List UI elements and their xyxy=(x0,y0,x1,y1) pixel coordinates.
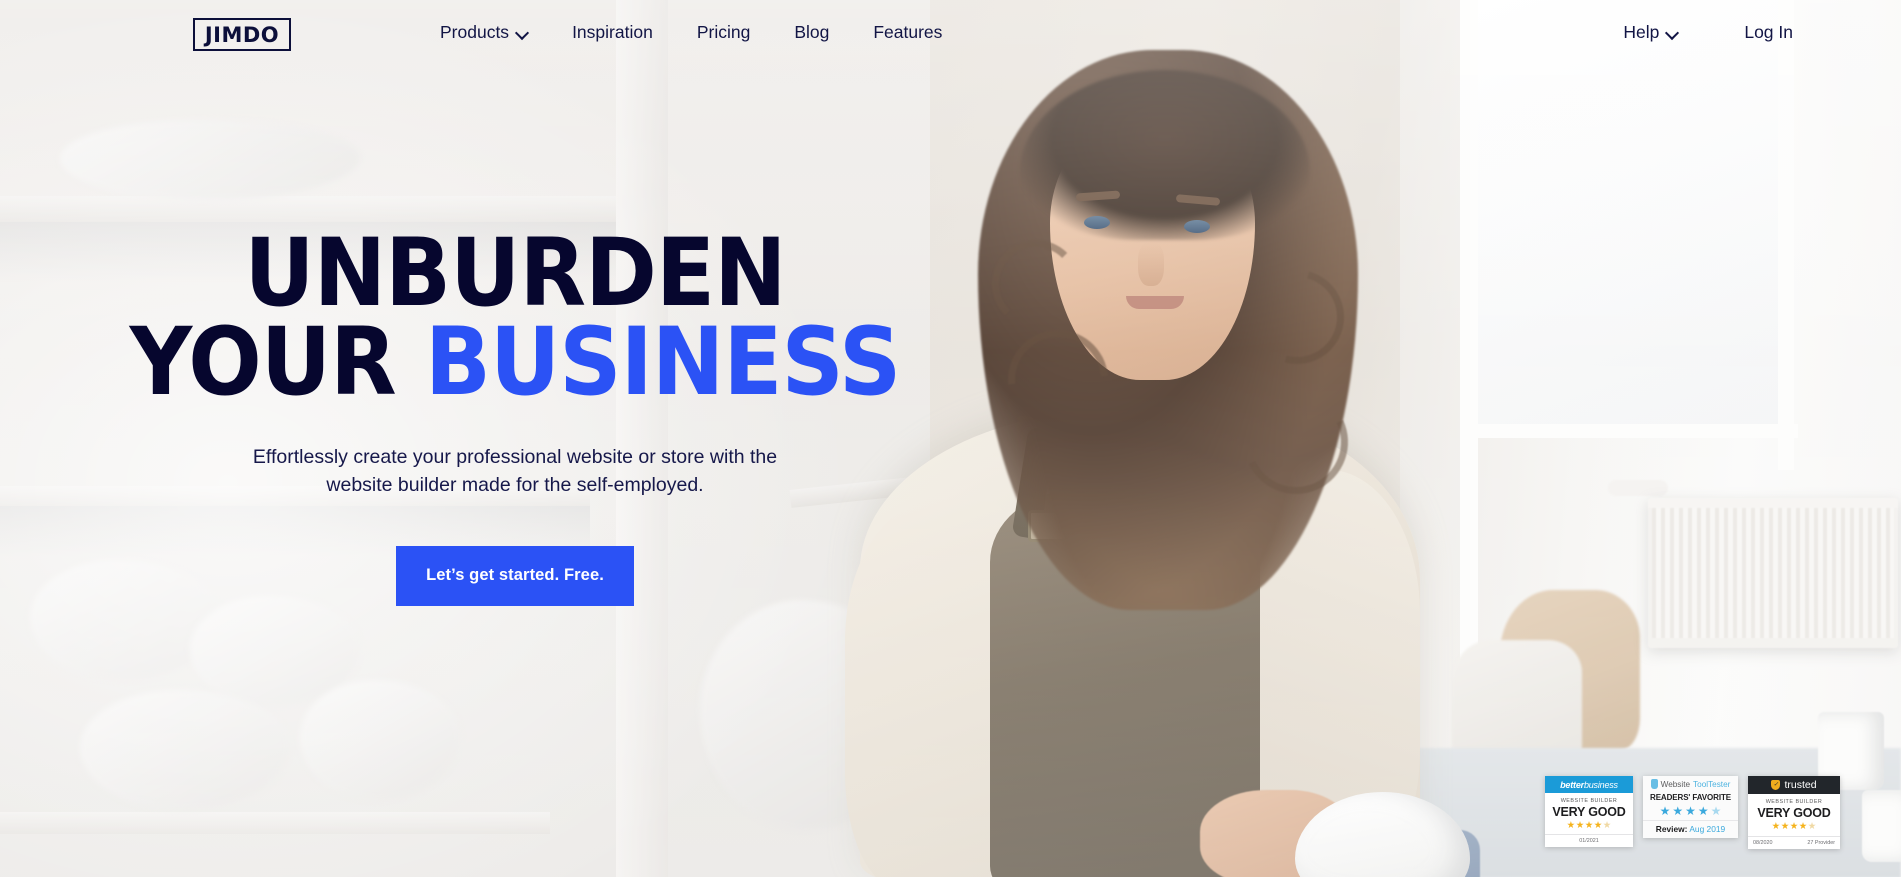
headline-line-2: YOUR BUSINESS xyxy=(41,315,989,409)
hero-subheadline: Effortlessly create your professional we… xyxy=(205,443,825,500)
badge-wt-header: Website ToolTester xyxy=(1643,776,1738,792)
hero-headline: UNBURDEN YOUR BUSINESS xyxy=(41,227,989,410)
nav-label-blog: Blog xyxy=(794,22,830,42)
nav-label-features: Features xyxy=(873,22,943,42)
nav-item-blog[interactable]: Blog xyxy=(794,22,829,43)
badge-wt-title: READERS' FAVORITE xyxy=(1650,793,1731,802)
badge-bb-date: 01/2021 xyxy=(1545,833,1633,844)
badge-tr-footer: 08/2020 27 Provider xyxy=(1748,835,1840,849)
site-header: JIMDO Products Inspiration Pricing Blog … xyxy=(0,0,1901,67)
badge-tr-providers: 27 Provider xyxy=(1807,839,1835,846)
chevron-down-icon xyxy=(517,27,528,38)
eye-left xyxy=(1084,216,1110,229)
badge-tr-rating: VERY GOOD xyxy=(1757,806,1831,820)
nav-label-login: Log In xyxy=(1744,22,1793,42)
cta-container: Let’s get started. Free. xyxy=(0,545,1030,606)
badge-tr-stars: ★ ★ ★ ★ ★ xyxy=(1771,821,1817,832)
badge-tr-header: ✓ trusted xyxy=(1748,776,1840,794)
ceramic-mug-2 xyxy=(1862,790,1901,862)
headline-line-2-accent: BUSINESS xyxy=(424,307,901,417)
badge-bb-brand-a: better xyxy=(1560,779,1584,790)
badge-tr-category: WEBSITE BUILDER xyxy=(1765,799,1823,805)
subheadline-line-1: Effortlessly create your professional we… xyxy=(252,446,778,469)
badge-bb-body: WEBSITE BUILDER VERY GOOD ★ ★ ★ ★ ★ 01/2021 xyxy=(1545,793,1633,847)
badge-tr-date: 08/2020 xyxy=(1753,839,1773,846)
mouth xyxy=(1126,296,1184,309)
nav-item-features[interactable]: Features xyxy=(873,22,942,43)
badge-tr-brand: trusted xyxy=(1784,779,1817,791)
nav-label-pricing: Pricing xyxy=(696,22,751,42)
badge-trusted[interactable]: ✓ trusted WEBSITE BUILDER VERY GOOD ★ ★ ★ ★… xyxy=(1748,776,1840,849)
nav-item-pricing[interactable]: Pricing xyxy=(697,22,751,43)
badge-wt-review-label: Review: xyxy=(1655,824,1688,834)
badge-wt-review: Review: Aug 2019 xyxy=(1643,820,1738,838)
badge-bb-category: WEBSITE BUILDER xyxy=(1560,798,1618,804)
subheadline-line-2: website builder made for the self-employ… xyxy=(326,474,704,497)
badge-wt-stars: ★ ★ ★ ★ ★ xyxy=(1659,804,1722,818)
nav-item-help[interactable]: Help xyxy=(1623,22,1678,43)
badge-better-business[interactable]: better business WEBSITE BUILDER VERY GOOD… xyxy=(1545,776,1633,847)
badge-website-tooltester[interactable]: Website ToolTester READERS' FAVORITE ★ ★ ★ ★… xyxy=(1643,776,1738,838)
shield-check-icon: ✓ xyxy=(1771,780,1781,790)
badge-bb-rating: VERY GOOD xyxy=(1552,805,1626,819)
nav-item-login[interactable]: Log In xyxy=(1744,22,1793,43)
badge-wt-brand-b: ToolTester xyxy=(1693,779,1731,789)
nav-item-products[interactable]: Products xyxy=(440,22,528,43)
nav-item-inspiration[interactable]: Inspiration xyxy=(572,22,653,43)
radiator xyxy=(1648,498,1898,648)
logo-text: JIMDO xyxy=(204,22,280,47)
award-badges: better business WEBSITE BUILDER VERY GOOD… xyxy=(1545,776,1840,849)
nose xyxy=(1138,242,1164,286)
jimdo-logo[interactable]: JIMDO xyxy=(193,18,291,51)
hero-page: JIMDO Products Inspiration Pricing Blog … xyxy=(0,0,1901,877)
chevron-down-icon xyxy=(1667,27,1678,38)
badge-wt-brand-a: Website xyxy=(1660,779,1691,789)
headline-line-2-dark: YOUR xyxy=(129,307,425,417)
eye-right xyxy=(1184,220,1210,233)
primary-navigation: Products Inspiration Pricing Blog Featur… xyxy=(440,22,942,43)
radiator-pipe xyxy=(1608,480,1668,496)
badge-wt-review-date: Aug 2019 xyxy=(1689,824,1726,834)
badge-tr-body: WEBSITE BUILDER VERY GOOD ★ ★ ★ ★ ★ 08/2020 … xyxy=(1748,794,1840,849)
get-started-button[interactable]: Let’s get started. Free. xyxy=(396,545,634,606)
nav-label-products: Products xyxy=(440,22,510,42)
badge-bb-stars: ★ ★ ★ ★ ★ xyxy=(1566,820,1612,831)
hero-content: UNBURDEN YOUR BUSINESS Effortlessly crea… xyxy=(0,227,1030,606)
nav-label-inspiration: Inspiration xyxy=(572,22,653,42)
badge-bb-header: better business xyxy=(1545,776,1633,793)
secondary-navigation: Help Log In xyxy=(1623,22,1793,43)
nav-label-help: Help xyxy=(1623,22,1660,42)
badge-bb-brand-b: business xyxy=(1583,779,1618,790)
flask-icon xyxy=(1650,779,1658,789)
